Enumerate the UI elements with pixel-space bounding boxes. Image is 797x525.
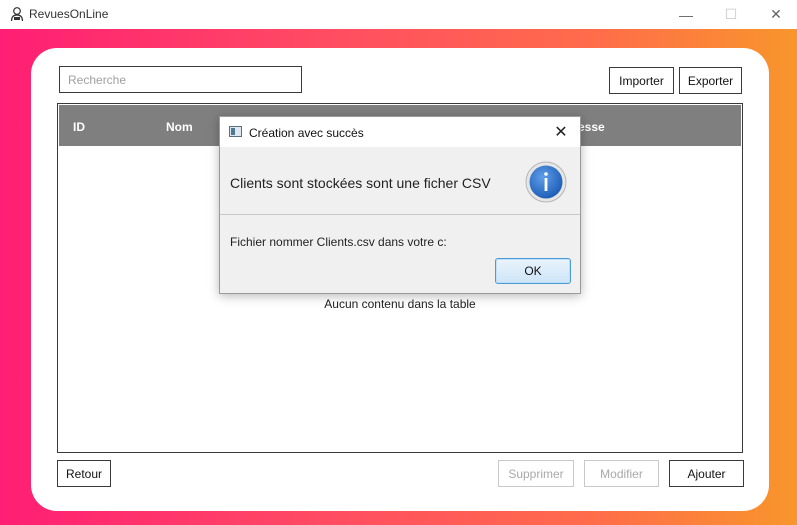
import-button[interactable]: Importer (609, 67, 674, 94)
dialog-ok-button[interactable]: OK (495, 258, 571, 284)
success-dialog: Création avec succès ✕ Clients sont stoc… (219, 116, 581, 294)
column-header-adresse[interactable]: esse (578, 120, 605, 134)
dialog-titlebar: Création avec succès ✕ (220, 117, 580, 147)
search-input[interactable] (59, 66, 302, 93)
window-title: RevuesOnLine (29, 7, 109, 21)
add-button[interactable]: Ajouter (669, 460, 744, 487)
delete-button[interactable]: Supprimer (498, 460, 574, 487)
minimize-button[interactable]: — (663, 0, 709, 29)
back-button[interactable]: Retour (57, 460, 111, 487)
dialog-separator (220, 214, 580, 215)
edit-button[interactable]: Modifier (584, 460, 659, 487)
maximize-button[interactable]: ☐ (708, 0, 754, 29)
window-close-button[interactable]: ✕ (753, 0, 797, 29)
user-icon (10, 7, 24, 22)
column-header-nom[interactable]: Nom (166, 120, 193, 134)
dialog-window-icon (229, 126, 242, 137)
dialog-title: Création avec succès (249, 126, 364, 140)
table-empty-placeholder: Aucun contenu dans la table (324, 297, 476, 311)
window-titlebar: RevuesOnLine — ☐ ✕ (0, 0, 797, 29)
dialog-content-text: Fichier nommer Clients.csv dans votre c: (230, 235, 447, 249)
column-header-id[interactable]: ID (73, 120, 85, 134)
export-button[interactable]: Exporter (679, 67, 742, 94)
info-icon (525, 161, 567, 203)
dialog-header-text: Clients sont stockées sont une ficher CS… (230, 175, 491, 191)
dialog-close-button[interactable]: ✕ (546, 120, 576, 144)
